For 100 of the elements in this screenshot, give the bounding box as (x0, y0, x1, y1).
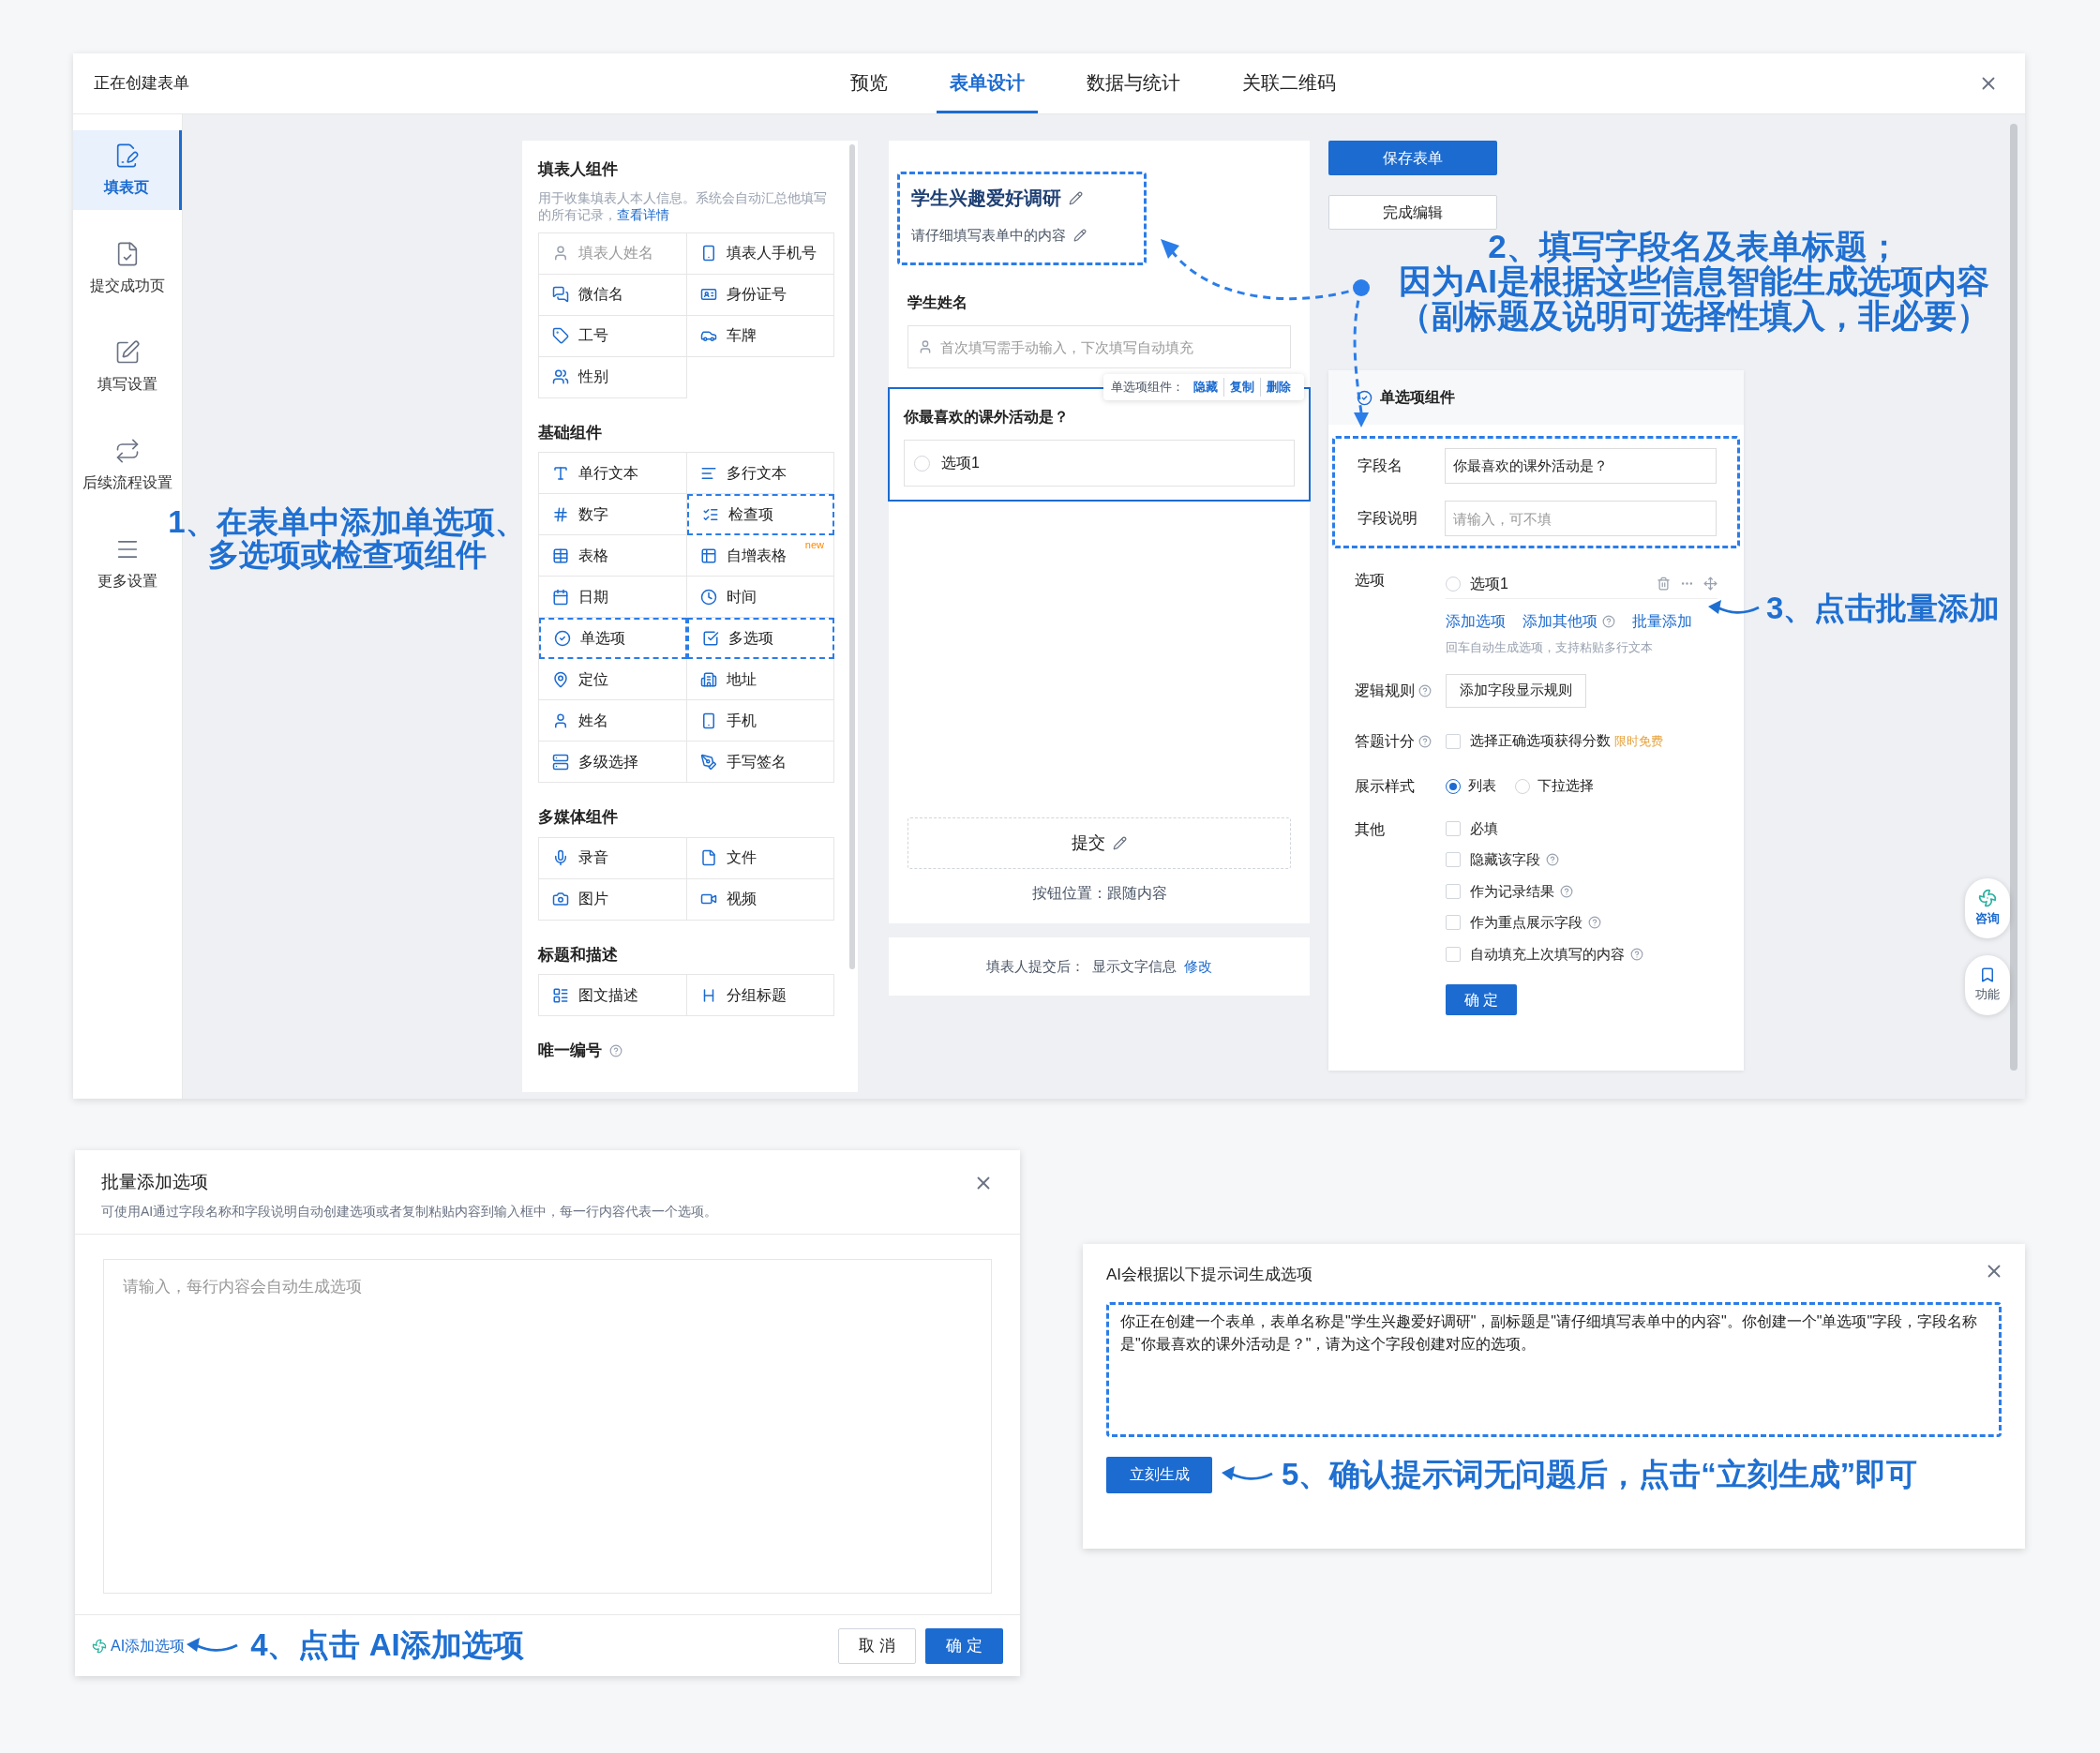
finish-button[interactable]: 完成编辑 (1328, 195, 1497, 230)
form-title: 学生兴趣爱好调研 (911, 187, 1061, 210)
component-item[interactable]: 分组标题 (686, 975, 834, 1017)
component-item[interactable]: 自增表格 new (686, 535, 834, 577)
radio-label: 列表 (1468, 776, 1496, 796)
component-item[interactable]: 检查项 (686, 494, 834, 536)
component-item[interactable]: 文件 (686, 837, 834, 879)
confirm-button[interactable]: 确 定 (1446, 984, 1517, 1015)
component-item[interactable]: 姓名 (539, 700, 687, 742)
submit-button[interactable]: 提交 (908, 817, 1291, 869)
component-item[interactable]: 工号 (539, 315, 687, 357)
camera-icon (552, 891, 569, 908)
component-item[interactable]: 填表人手机号 (686, 232, 834, 275)
tab[interactable]: 关联二维码 (1229, 53, 1349, 113)
component-item[interactable]: 多级选择 (539, 742, 687, 784)
calendar-icon (552, 588, 569, 606)
options-input[interactable]: 请输入，每行内容会自动生成选项 (103, 1259, 992, 1594)
component-item[interactable]: 图文描述 (539, 975, 687, 1017)
dialog-description: 可使用AI通过字段名称和字段说明自动创建选项或者复制粘贴内容到输入框中，每一行内容代表一个选项。 (101, 1202, 719, 1221)
field-label: 学生姓名 (907, 293, 968, 312)
dialog-title: AI会根据以下提示词生成选项 (1106, 1265, 1313, 1285)
form-subtitle: 请仔细填写表单中的内容 (911, 226, 1066, 245)
component-item[interactable]: 单选项 (539, 618, 687, 660)
ai-add-link[interactable]: AI添加选项 (92, 1634, 186, 1657)
edit-icon (114, 338, 141, 366)
pencil-icon[interactable] (1073, 229, 1087, 243)
component-item[interactable]: 微信名 (539, 274, 687, 316)
person-icon (552, 712, 569, 729)
setting-label: 答题计分 (1355, 731, 1415, 751)
component-item[interactable]: 地址 (686, 659, 834, 701)
checkbox[interactable] (1446, 733, 1461, 749)
details-link[interactable]: 查看详情 (617, 206, 669, 222)
tab[interactable]: 预览 (837, 53, 901, 113)
checkbox-label: 必填 (1470, 818, 1498, 838)
people-icon (552, 368, 569, 386)
input-field[interactable]: 请输入，可不填 (1445, 501, 1717, 536)
dialog-title: 批量添加选项 (101, 1171, 208, 1193)
help-icon (609, 1044, 622, 1058)
option-row[interactable]: 选项1 (1446, 569, 1718, 599)
checkbox[interactable] (1446, 883, 1461, 899)
component-item[interactable]: 多行文本 (686, 453, 834, 495)
sidebar-item[interactable]: 后续流程设置 (73, 426, 182, 505)
component-item[interactable]: 图片 (539, 878, 687, 921)
component-item[interactable]: 日期 (539, 577, 687, 619)
logic-rule-button[interactable]: 添加字段显示规则 (1446, 673, 1586, 708)
component-item[interactable]: 手机 (686, 700, 834, 742)
section-title: 基础组件 (538, 422, 602, 443)
checkbox[interactable] (1446, 852, 1461, 868)
annotation-text: 5、确认提示词无问题后，点击“立刻生成”即可 (1282, 1458, 1918, 1491)
component-item[interactable]: 数字 (539, 494, 687, 536)
sidebar-item[interactable]: 填写设置 (73, 327, 182, 407)
checkbox-label: 选择正确选项获得分数 (1470, 731, 1611, 751)
generate-button[interactable]: 立刻生成 (1106, 1456, 1212, 1493)
component-item[interactable]: 车牌 (686, 315, 834, 357)
cancel-button[interactable]: 取 消 (838, 1627, 916, 1664)
component-item[interactable]: 单行文本 (539, 453, 687, 495)
component-item[interactable]: 视频 (686, 878, 834, 921)
building-icon (699, 670, 717, 688)
help-icon (1546, 853, 1559, 867)
component-item[interactable]: 录音 (539, 837, 687, 879)
table-icon (552, 547, 569, 564)
component-item[interactable]: 时间 (686, 577, 834, 619)
pencil-icon[interactable] (1069, 190, 1083, 205)
annotation-text: 2、填写字段名及表单标题； 因为AI是根据这些信息智能生成选项内容 （副标题及说明可选择性填入，非必要） (1398, 230, 1990, 334)
save-button[interactable]: 保存表单 (1328, 141, 1497, 175)
component-item[interactable]: 手写签名 (686, 742, 834, 784)
help-icon (1602, 615, 1615, 628)
input-field[interactable]: 首次填写需手动输入，下次填写自动填充 (908, 325, 1291, 368)
confirm-button[interactable]: 确 定 (925, 1627, 1003, 1664)
add-option-link[interactable]: 添加其他项 (1522, 610, 1598, 633)
sidebar-item[interactable]: 提交成功页 (73, 229, 182, 308)
toolbar-link[interactable]: 复制 (1223, 378, 1260, 397)
add-option-link[interactable]: 添加选项 (1446, 610, 1506, 633)
table-icon (699, 547, 717, 564)
form-field[interactable]: 学生姓名 首次填写需手动输入，下次填写自动填充 (889, 292, 1310, 368)
prompt-field[interactable]: 你正在创建一个表单，表单名称是"学生兴趣爱好调研"，副标题是"请仔细填写表单中的内容"。你创建一个"单选项"字段，字段名称是"你最喜欢的课外活动是？"，请为这个字段创建对应的选项。 (1106, 1301, 2002, 1437)
checkbox[interactable] (1446, 946, 1461, 962)
component-item[interactable]: 定位 (539, 659, 687, 701)
toolbar-link[interactable]: 删除 (1260, 378, 1297, 397)
flow-icon (114, 437, 141, 464)
tab[interactable]: 数据与统计 (1073, 53, 1193, 113)
annotation-text: 3、点击批量添加 (1766, 592, 2001, 625)
component-item[interactable]: 表格 (539, 535, 687, 577)
edit-link[interactable]: 修改 (1184, 955, 1212, 978)
after-submit-value: 显示文字信息 (1092, 956, 1177, 976)
add-option-link[interactable]: 批量添加 (1632, 610, 1692, 633)
move-icon[interactable] (1703, 577, 1718, 591)
trash-icon[interactable] (1657, 577, 1671, 591)
number-icon (552, 505, 569, 523)
component-item[interactable]: 身份证号 (686, 274, 834, 316)
component-item[interactable]: 性别 (539, 356, 687, 398)
option-row[interactable]: 选项1 (904, 440, 1295, 487)
component-item[interactable]: 多选项 (686, 618, 834, 660)
input-field[interactable]: 你最喜欢的课外活动是？ (1445, 448, 1717, 484)
radio-label: 下拉选择 (1538, 776, 1594, 796)
checkbox[interactable] (1446, 820, 1461, 836)
pin-icon (552, 670, 569, 688)
sidebar-item[interactable]: 填表页 (73, 130, 182, 210)
checkbox[interactable] (1446, 915, 1461, 931)
layout-icon (552, 986, 569, 1004)
